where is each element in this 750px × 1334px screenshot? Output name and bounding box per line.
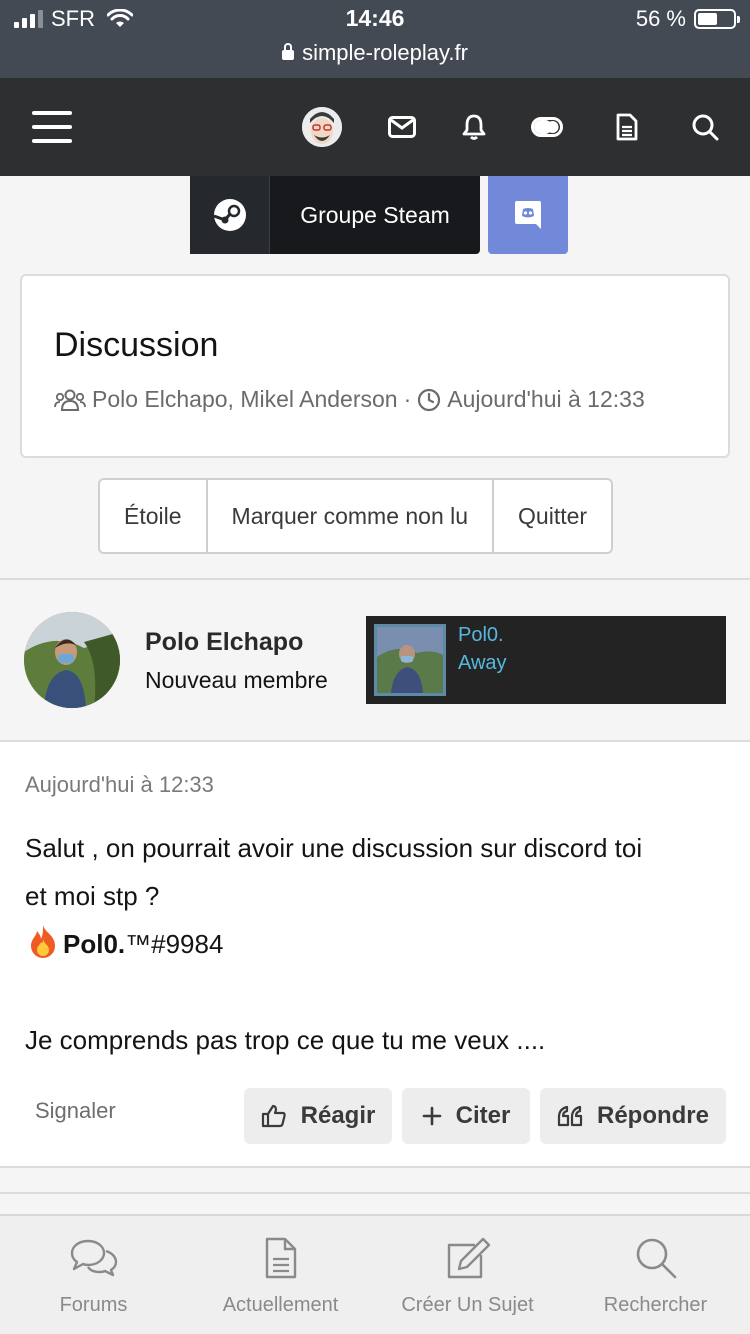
lock-icon (282, 43, 295, 60)
page-title: Discussion (54, 326, 219, 364)
plus-icon (422, 1106, 441, 1126)
tab-label: Actuellement (222, 1294, 339, 1316)
edit-icon (445, 1234, 491, 1282)
battery-icon (694, 9, 740, 29)
steam-group-button[interactable]: Groupe Steam (190, 176, 480, 254)
mail-icon[interactable] (382, 107, 422, 147)
post-body: Salut , on pourrait avoir une discussion… (25, 824, 725, 1064)
discord-icon (515, 201, 541, 229)
document-icon[interactable] (607, 107, 647, 147)
post-line: Pol0.™#9984 (25, 920, 725, 968)
leave-button[interactable]: Quitter (494, 480, 611, 552)
post-line: Salut , on pourrait avoir une discussion… (25, 833, 643, 863)
thumbs-up-icon (261, 1104, 286, 1128)
tab-label: Rechercher (603, 1294, 708, 1316)
toggle-icon[interactable] (527, 107, 567, 147)
search-icon[interactable] (685, 107, 725, 147)
clock-icon (418, 388, 441, 411)
mark-unread-button[interactable]: Marquer comme non lu (208, 480, 495, 552)
top-navbar (0, 78, 750, 176)
tab-label: Forums (59, 1294, 128, 1316)
tab-search[interactable]: Rechercher (561, 1216, 750, 1334)
url-text: simple-roleplay.fr (302, 40, 468, 65)
discussion-date[interactable]: Aujourd'hui à 12:33 (447, 386, 645, 413)
url-bar[interactable]: simple-roleplay.fr (0, 40, 750, 66)
discussion-header-card: Discussion Polo Elchapo, Mikel Anderson … (20, 274, 730, 458)
post-author-block: Polo Elchapo Nouveau membre Pol0. Away (0, 580, 750, 740)
bell-icon[interactable] (454, 107, 494, 147)
meta-separator: · (403, 386, 412, 412)
report-link[interactable]: Signaler (35, 1098, 116, 1124)
discord-button[interactable] (488, 176, 568, 254)
discussion-actions: Étoile Marquer comme non lu Quitter (98, 478, 614, 554)
battery-info: 56 % (635, 6, 740, 32)
steam-status-widget[interactable]: Pol0. Away (366, 616, 726, 704)
star-button[interactable]: Étoile (100, 480, 208, 552)
battery-percent: 56 % (635, 6, 686, 31)
comments-icon (70, 1234, 118, 1282)
discussion-meta: Polo Elchapo, Mikel Anderson · Aujourd'h… (54, 386, 645, 413)
search-icon (635, 1234, 677, 1282)
document-icon (265, 1234, 297, 1282)
react-label: Réagir (300, 1102, 376, 1129)
react-button[interactable]: Réagir (244, 1088, 392, 1144)
author-title: Nouveau membre (145, 667, 328, 693)
discord-username: Pol0. (63, 929, 126, 959)
divider (0, 1192, 750, 1194)
steam-state: Away (458, 652, 507, 674)
steam-group-label: Groupe Steam (300, 201, 450, 228)
tab-create-topic[interactable]: Créer Un Sujet (374, 1216, 561, 1334)
post-line: et moi stp ? (25, 881, 160, 911)
avatar[interactable] (24, 612, 120, 708)
quote-button[interactable]: Citer (402, 1088, 530, 1144)
participants[interactable]: Polo Elchapo, Mikel Anderson (92, 386, 398, 413)
author-name[interactable]: Polo Elchapo (145, 628, 303, 657)
steam-avatar (374, 624, 446, 696)
post-date[interactable]: Aujourd'hui à 12:33 (25, 772, 214, 798)
user-avatar[interactable] (302, 107, 342, 147)
steam-icon (190, 176, 270, 254)
tab-forums[interactable]: Forums (0, 1216, 187, 1334)
quote-label: Citer (455, 1102, 511, 1129)
post-line: Je comprends pas trop ce que tu me veux … (25, 1025, 546, 1055)
quote-icon (557, 1105, 583, 1127)
bottom-tab-bar: Forums Actuellement Créer Un Sujet Reche… (0, 1214, 750, 1334)
post-line-empty (25, 968, 725, 1016)
status-bar: SFR 14:46 56 % simple-roleplay.fr (0, 0, 750, 78)
post-message: Aujourd'hui à 12:33 Salut , on pourrait … (0, 740, 750, 1168)
discord-tag: ™#9984 (125, 929, 224, 959)
tab-label: Créer Un Sujet (401, 1294, 534, 1316)
reply-label: Répondre (596, 1102, 709, 1129)
users-icon (54, 389, 86, 411)
tab-current[interactable]: Actuellement (187, 1216, 374, 1334)
steam-name: Pol0. (458, 624, 504, 646)
menu-icon[interactable] (32, 111, 72, 143)
fire-icon (31, 925, 55, 958)
reply-button[interactable]: Répondre (540, 1088, 726, 1144)
